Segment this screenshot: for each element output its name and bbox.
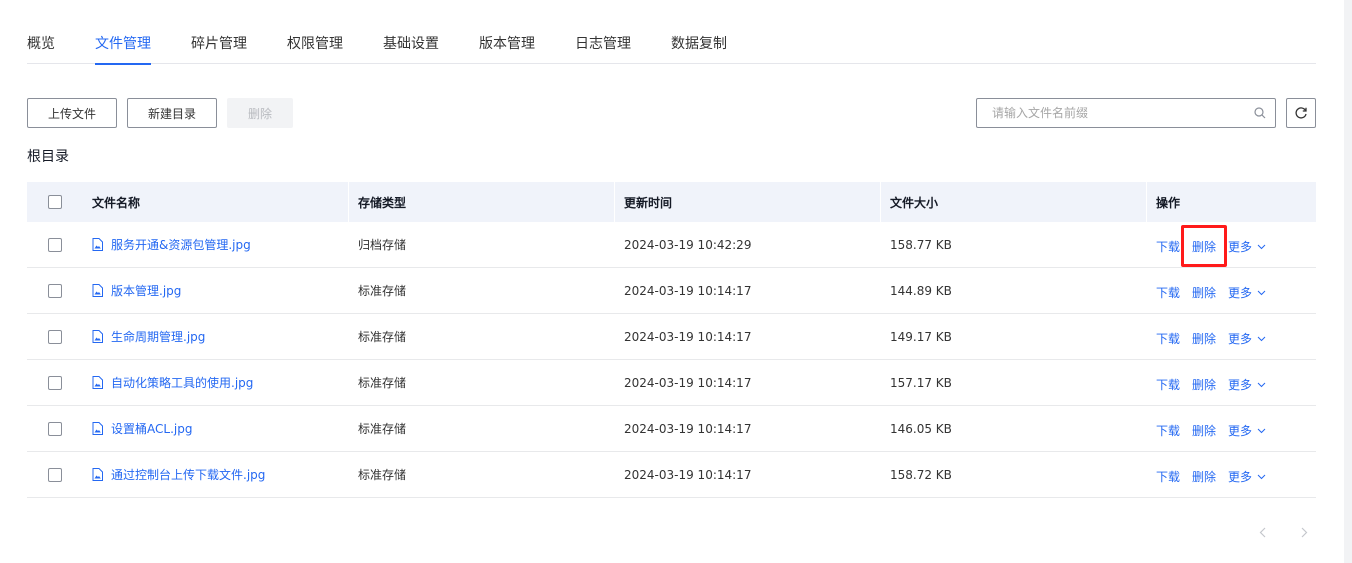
table-row: 版本管理.jpg 标准存储 2024-03-19 10:14:17 144.89… (27, 268, 1316, 314)
download-link[interactable]: 下载 (1156, 422, 1180, 439)
update-time-cell: 2024-03-19 10:14:17 (624, 467, 752, 482)
file-size-cell: 158.72 KB (890, 467, 952, 482)
table-row: 自动化策略工具的使用.jpg 标准存储 2024-03-19 10:14:17 … (27, 360, 1316, 406)
tab-permission-management[interactable]: 权限管理 (287, 28, 343, 64)
download-link[interactable]: 下载 (1156, 468, 1180, 485)
search-icon[interactable] (1245, 99, 1275, 127)
tab-bar: 概览 文件管理 碎片管理 权限管理 基础设置 版本管理 日志管理 数据复制 (27, 28, 1316, 65)
storage-type-cell: 归档存储 (358, 238, 407, 252)
header-operation: 操作 (1146, 182, 1316, 222)
refresh-icon (1294, 106, 1308, 120)
row-checkbox[interactable] (47, 329, 62, 344)
download-link[interactable]: 下载 (1156, 376, 1180, 393)
row-checkbox[interactable] (47, 283, 62, 298)
select-all-checkbox[interactable] (47, 195, 62, 209)
file-size-cell: 157.17 KB (890, 375, 952, 390)
prev-page-button[interactable] (1252, 521, 1272, 543)
file-name-link[interactable]: 通过控制台上传下载文件.jpg (92, 466, 265, 483)
download-link[interactable]: 下载 (1156, 284, 1180, 301)
chevron-down-icon (1257, 290, 1266, 296)
tab-data-replication[interactable]: 数据复制 (671, 28, 727, 64)
delete-link[interactable]: 删除 (1192, 284, 1216, 301)
new-directory-button[interactable]: 新建目录 (127, 98, 217, 128)
chevron-down-icon (1257, 474, 1266, 480)
file-table: 文件名称 存储类型 更新时间 文件大小 操作 服务开通&资源包管理.jpg 归档… (27, 182, 1316, 498)
file-name-link[interactable]: 自动化策略工具的使用.jpg (92, 374, 253, 391)
header-file-size: 文件大小 (880, 182, 1146, 222)
file-size-cell: 146.05 KB (890, 421, 952, 436)
storage-type-cell: 标准存储 (358, 468, 407, 482)
table-row: 设置桶ACL.jpg 标准存储 2024-03-19 10:14:17 146.… (27, 406, 1316, 452)
table-row: 生命周期管理.jpg 标准存储 2024-03-19 10:14:17 149.… (27, 314, 1316, 360)
chevron-down-icon (1257, 336, 1266, 342)
tab-file-management[interactable]: 文件管理 (95, 28, 151, 65)
header-file-name: 文件名称 (92, 195, 141, 210)
download-link[interactable]: 下载 (1156, 238, 1180, 255)
upload-file-button[interactable]: 上传文件 (27, 98, 117, 128)
chevron-left-icon (1259, 527, 1266, 538)
delete-link[interactable]: 删除 (1192, 330, 1216, 347)
delete-link[interactable]: 删除 (1192, 468, 1216, 485)
update-time-cell: 2024-03-19 10:42:29 (624, 237, 752, 252)
row-checkbox[interactable] (47, 467, 62, 482)
file-name-link[interactable]: 设置桶ACL.jpg (92, 420, 192, 437)
search-box (976, 98, 1276, 128)
image-file-icon (92, 330, 103, 343)
tab-basic-settings[interactable]: 基础设置 (383, 28, 439, 64)
image-file-icon (92, 468, 103, 481)
file-name-link[interactable]: 版本管理.jpg (92, 282, 181, 299)
table-row: 服务开通&资源包管理.jpg 归档存储 2024-03-19 10:42:29 … (27, 222, 1316, 268)
file-size-cell: 149.17 KB (890, 329, 952, 344)
header-update-time: 更新时间 (614, 182, 880, 222)
tab-overview[interactable]: 概览 (27, 28, 55, 64)
storage-type-cell: 标准存储 (358, 284, 407, 298)
delete-link[interactable]: 删除 (1192, 376, 1216, 393)
file-size-cell: 158.77 KB (890, 237, 952, 252)
storage-type-cell: 标准存储 (358, 330, 407, 344)
image-file-icon (92, 422, 103, 435)
row-checkbox[interactable] (47, 375, 62, 390)
more-dropdown[interactable]: 更多 (1228, 330, 1266, 347)
row-checkbox[interactable] (47, 421, 62, 436)
image-file-icon (92, 284, 103, 297)
storage-type-cell: 标准存储 (358, 376, 407, 390)
update-time-cell: 2024-03-19 10:14:17 (624, 329, 752, 344)
chevron-right-icon (1301, 527, 1308, 538)
image-file-icon (92, 376, 103, 389)
table-header: 文件名称 存储类型 更新时间 文件大小 操作 (27, 182, 1316, 222)
more-dropdown[interactable]: 更多 (1228, 238, 1266, 255)
chevron-down-icon (1257, 428, 1266, 434)
refresh-button[interactable] (1286, 98, 1316, 128)
chevron-down-icon (1257, 244, 1266, 250)
next-page-button[interactable] (1294, 521, 1314, 543)
more-dropdown[interactable]: 更多 (1228, 376, 1266, 393)
header-storage-type: 存储类型 (348, 182, 614, 222)
delete-button[interactable]: 删除 (227, 98, 293, 128)
delete-link[interactable]: 删除 (1192, 238, 1216, 255)
breadcrumb: 根目录 (27, 149, 69, 165)
file-size-cell: 144.89 KB (890, 283, 952, 298)
download-link[interactable]: 下载 (1156, 330, 1180, 347)
file-name-link[interactable]: 服务开通&资源包管理.jpg (92, 236, 251, 253)
update-time-cell: 2024-03-19 10:14:17 (624, 421, 752, 436)
tab-fragment-management[interactable]: 碎片管理 (191, 28, 247, 64)
chevron-down-icon (1257, 382, 1266, 388)
row-checkbox[interactable] (47, 237, 62, 252)
update-time-cell: 2024-03-19 10:14:17 (624, 375, 752, 390)
table-row: 通过控制台上传下载文件.jpg 标准存储 2024-03-19 10:14:17… (27, 452, 1316, 498)
more-dropdown[interactable]: 更多 (1228, 422, 1266, 439)
storage-type-cell: 标准存储 (358, 422, 407, 436)
image-file-icon (92, 238, 103, 251)
scrollbar[interactable] (1344, 0, 1352, 563)
more-dropdown[interactable]: 更多 (1228, 284, 1266, 301)
more-dropdown[interactable]: 更多 (1228, 468, 1266, 485)
search-input[interactable] (977, 99, 1245, 127)
tab-version-management[interactable]: 版本管理 (479, 28, 535, 64)
tab-log-management[interactable]: 日志管理 (575, 28, 631, 64)
file-name-link[interactable]: 生命周期管理.jpg (92, 328, 205, 345)
update-time-cell: 2024-03-19 10:14:17 (624, 283, 752, 298)
delete-link[interactable]: 删除 (1192, 422, 1216, 439)
